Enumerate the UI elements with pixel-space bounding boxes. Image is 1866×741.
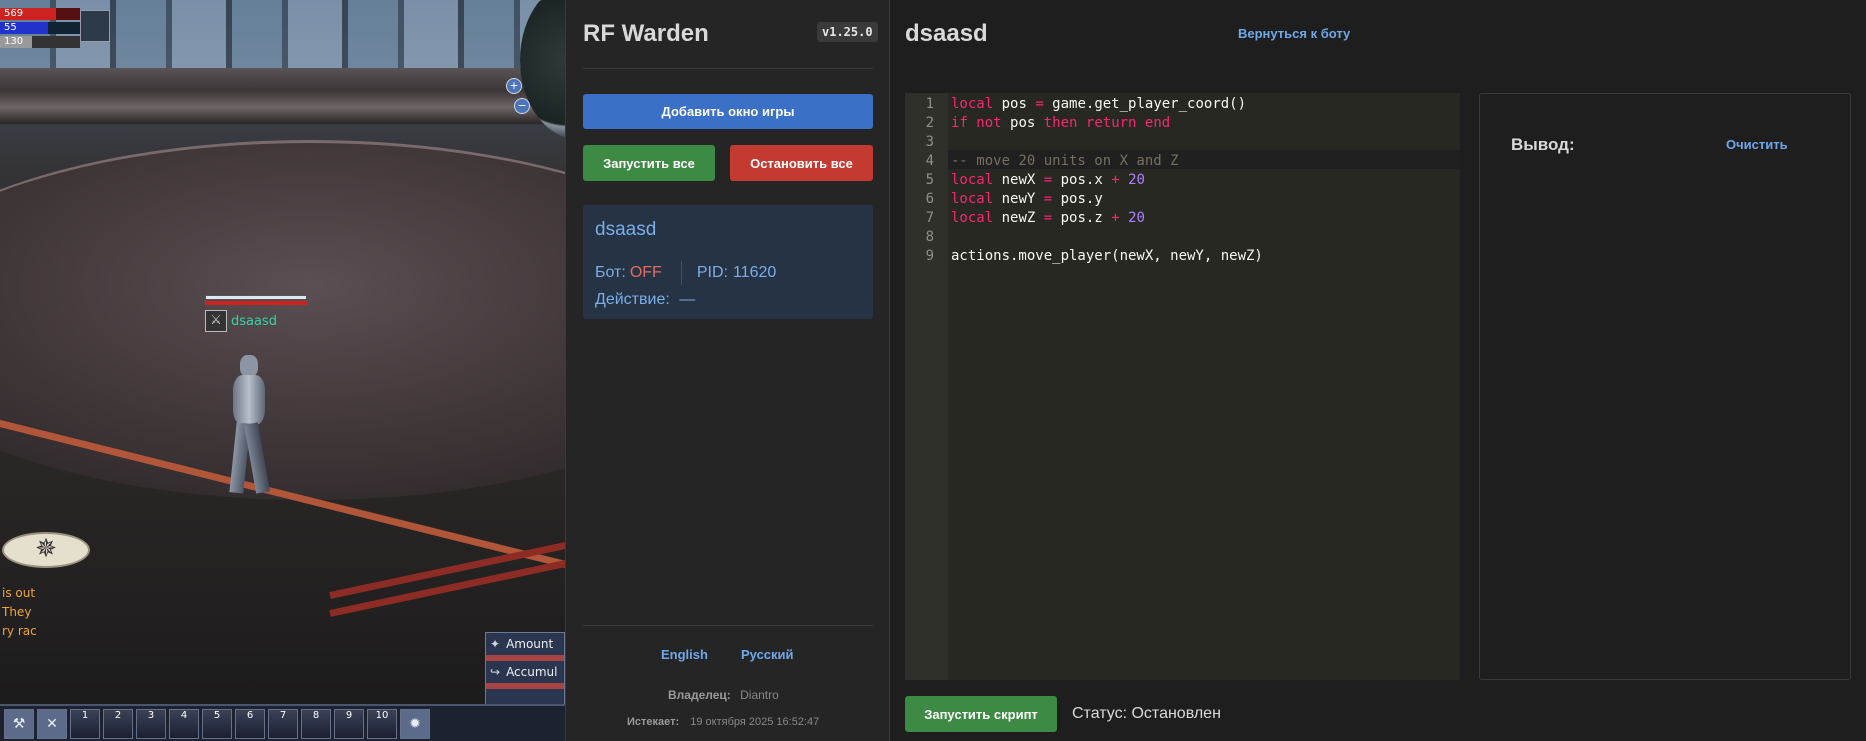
amount-label: Amount [506, 637, 554, 651]
owner-value: Diantro [740, 688, 779, 702]
game-hotbar: ⚒ ✕ 1 2 3 4 5 6 7 8 9 10 ✹ [0, 704, 565, 741]
action-value: — [679, 291, 696, 308]
sidebar: RF Warden v1.25.0 Добавить окно игры Зап… [565, 0, 890, 741]
line-number: 3 [925, 134, 934, 150]
bot-title: dsaasd [905, 20, 988, 47]
line-number: 7 [925, 210, 934, 226]
chat-log: is out They ry rac [2, 584, 37, 641]
hp-bar: 569 [0, 8, 80, 20]
bot-label: Бот: [595, 264, 626, 281]
game-rail [0, 68, 565, 124]
player-name: dsaasd [231, 313, 277, 329]
line-number: 6 [925, 191, 934, 207]
player-character[interactable] [228, 355, 278, 505]
code-line: local pos = game.get_player_coord() [951, 96, 1247, 112]
code-line: -- move 20 units on X and Z [951, 153, 1179, 169]
back-to-bot-link[interactable]: Вернуться к боту [1238, 26, 1350, 41]
floor-sigil-icon: ✵ [2, 532, 90, 568]
code-line: local newY = pos.y [951, 191, 1103, 207]
version-badge: v1.25.0 [817, 22, 878, 42]
hotbar-slot[interactable]: 7 [268, 708, 298, 739]
output-panel: Вывод: Очистить [1479, 93, 1851, 680]
skill-slot-icon[interactable]: ✕ [37, 708, 67, 739]
line-number: 9 [925, 248, 934, 264]
line-number: 2 [925, 115, 934, 131]
hotbar-slot[interactable]: 4 [169, 708, 199, 739]
run-script-button[interactable]: Запустить скрипт [905, 696, 1057, 732]
hotbar-slot[interactable]: 5 [202, 708, 232, 739]
language-russian-link[interactable]: Русский [741, 647, 794, 662]
expires-value: 19 октября 2025 16:52:47 [690, 716, 820, 728]
code-line: actions.move_player(newX, newY, newZ) [951, 248, 1263, 264]
action-label: Действие: [595, 291, 670, 308]
bot-card-name: dsaasd [595, 219, 657, 240]
hotbar-slot[interactable]: 9 [334, 708, 364, 739]
line-number: 1 [925, 96, 934, 112]
divider [680, 261, 682, 285]
hotbar-slot[interactable]: 3 [136, 708, 166, 739]
sp-bar: 130 [0, 36, 80, 48]
nameplate-hp-bar [205, 295, 307, 300]
hotbar-slot[interactable]: 1 [70, 708, 100, 739]
hotbar-slot[interactable]: 2 [103, 708, 133, 739]
bot-card-status-row: Бот: OFF PID: 11620 [595, 261, 776, 285]
bot-card-action-row: Действие: — [595, 291, 695, 309]
owner-label: Владелец: [668, 688, 731, 702]
bot-state-badge: OFF [629, 264, 662, 281]
script-editor-panel: dsaasd Вернуться к боту 1 local pos = gam… [890, 0, 1866, 741]
player-nameplate: ⚔ dsaasd [205, 295, 307, 332]
zoom-in-icon[interactable]: + [506, 78, 522, 94]
chat-line: is out [2, 586, 36, 600]
zoom-out-icon[interactable]: − [514, 98, 530, 114]
divider [583, 68, 873, 69]
owner-info: Владелец: Diantro [668, 688, 779, 702]
hotbar-slot[interactable]: 8 [301, 708, 331, 739]
accumulate-icon: ↪ [490, 665, 501, 679]
output-label: Вывод: [1511, 135, 1575, 154]
hotbar-slot[interactable]: 10 [367, 708, 397, 739]
expires-label: Истекает: [627, 716, 680, 728]
chat-line: They [2, 605, 32, 619]
chat-line: ry rac [2, 624, 37, 638]
code-editor[interactable]: 1 local pos = game.get_player_coord() 2 if … [905, 93, 1460, 680]
nameplate-mp-bar [205, 301, 307, 305]
amount-panel: ✦ Amount ↪ Accumul [485, 632, 565, 712]
stop-all-button[interactable]: Остановить все [730, 145, 873, 181]
pid-label: PID: [696, 264, 728, 281]
line-number: 4 [925, 153, 934, 169]
game-window: 569 55 130 + − ⚔ dsaasd ✵ is out They ry… [0, 0, 565, 741]
skill-slot-icon[interactable]: ⚒ [4, 708, 34, 739]
app-title: RF Warden [583, 20, 709, 47]
code-line: if not pos then return end [951, 115, 1171, 131]
add-game-window-button[interactable]: Добавить окно игры [583, 94, 873, 129]
player-status-bars: 569 55 130 [0, 8, 80, 50]
skill-slot-icon[interactable]: ✹ [400, 708, 430, 739]
class-icon: ⚔ [205, 310, 227, 332]
bot-card[interactable]: dsaasd Бот: OFF PID: 11620 Действие: — [583, 205, 873, 319]
hotbar-slot[interactable]: 6 [235, 708, 265, 739]
divider [583, 625, 873, 626]
clear-output-button[interactable]: Очистить [1726, 137, 1788, 152]
code-line: local newX = pos.x + 20 [951, 172, 1145, 188]
script-status: Статус: Остановлен [1072, 705, 1221, 722]
line-number: 8 [925, 229, 934, 245]
accumulate-label: Accumul [506, 665, 558, 679]
player-portrait [80, 10, 110, 42]
code-line: local newZ = pos.z + 20 [951, 210, 1145, 226]
expires-info: Истекает: 19 октября 2025 16:52:47 [627, 716, 819, 728]
language-english-link[interactable]: English [661, 647, 708, 662]
start-all-button[interactable]: Запустить все [583, 145, 715, 181]
line-number: 5 [925, 172, 934, 188]
pid-value: 11620 [732, 264, 777, 281]
amount-icon: ✦ [490, 637, 501, 651]
fp-bar: 55 [0, 22, 80, 34]
